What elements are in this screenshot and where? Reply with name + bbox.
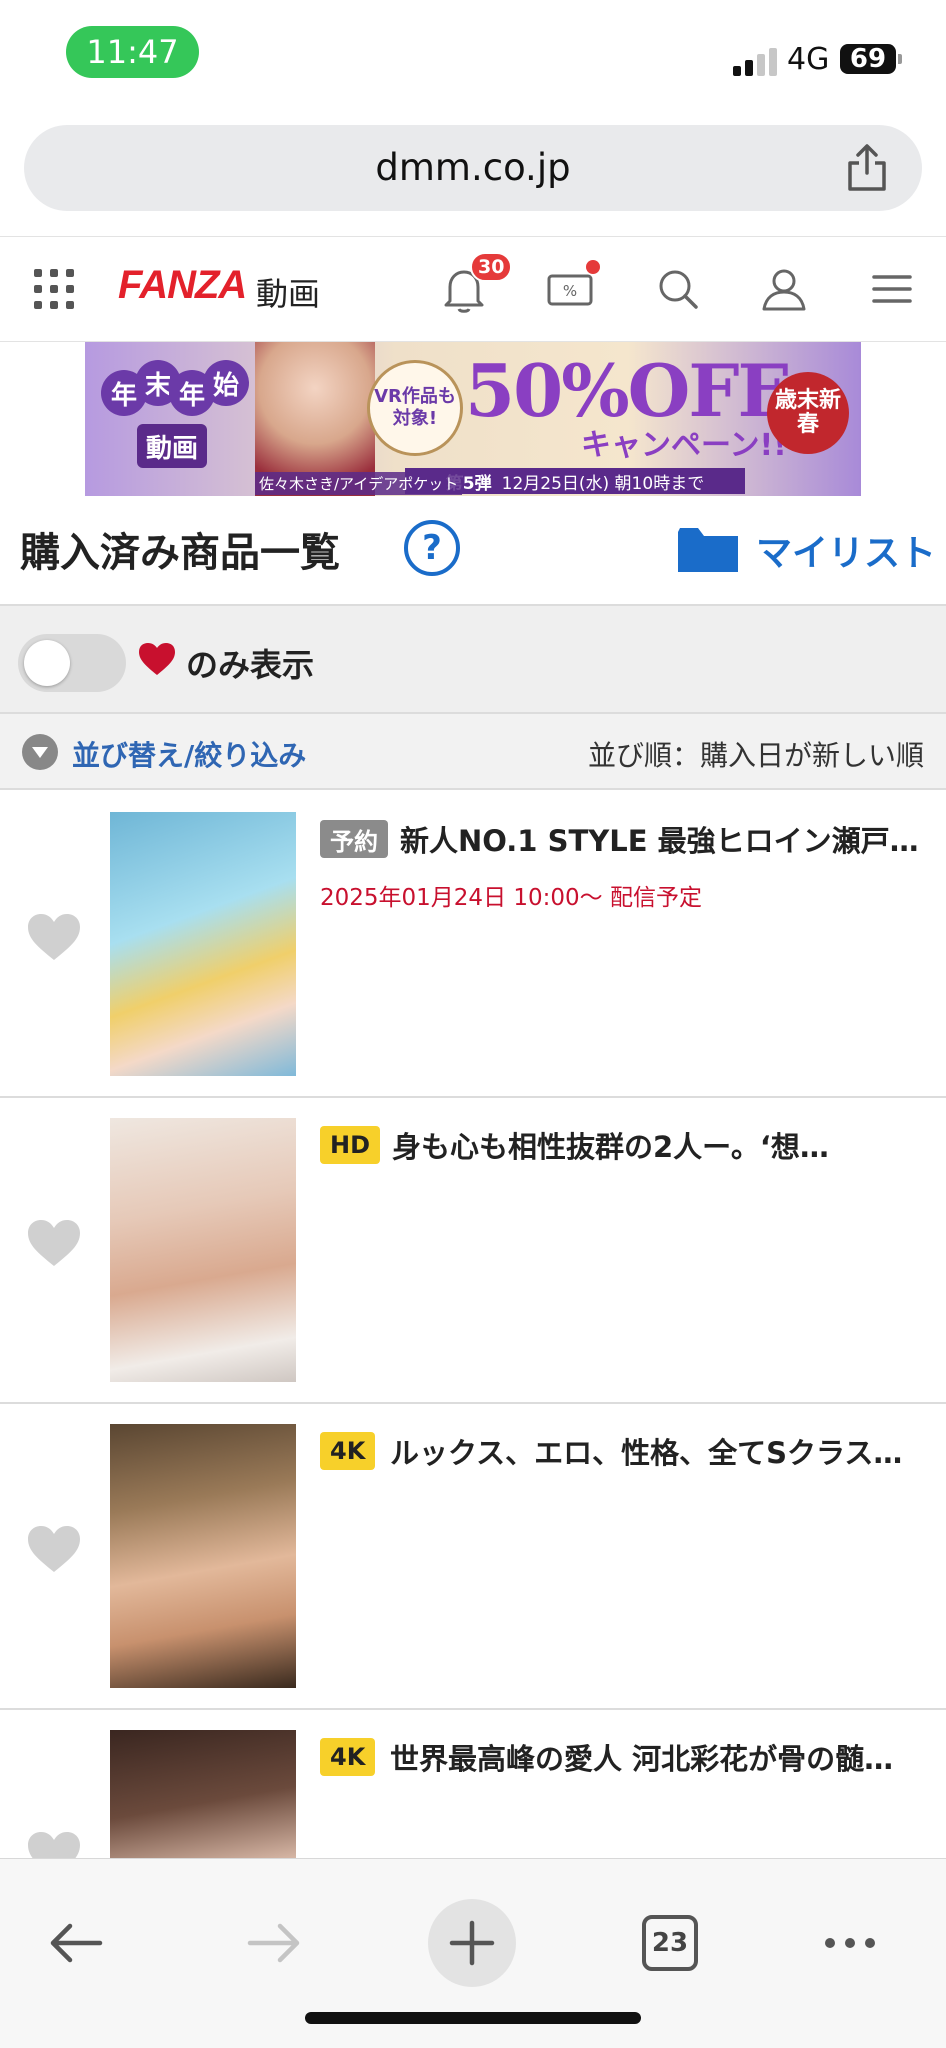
banner-seal: 歳末新春 bbox=[767, 372, 849, 454]
vr-badge: VR作品も対象! bbox=[367, 360, 463, 456]
back-arrow-icon[interactable] bbox=[46, 1913, 106, 1973]
hamburger-icon[interactable] bbox=[864, 261, 920, 317]
battery-icon: 69 bbox=[840, 44, 902, 74]
fanza-logo[interactable]: FANZA bbox=[118, 263, 247, 308]
share-icon[interactable] bbox=[844, 143, 890, 193]
product-thumbnail[interactable] bbox=[110, 1118, 296, 1382]
status-bar: 11:47 4G 69 bbox=[0, 0, 946, 110]
product-title[interactable]: 身も心も相性抜群の2人ー。‘想… bbox=[392, 1124, 912, 1166]
favorite-heart-icon[interactable] bbox=[26, 912, 82, 962]
favorites-only-toggle[interactable] bbox=[18, 634, 126, 692]
banner-label: 動画 bbox=[137, 424, 207, 468]
favorite-heart-icon[interactable] bbox=[26, 1218, 82, 1268]
product-thumbnail[interactable] bbox=[110, 812, 296, 1076]
sort-filter-link[interactable]: 並び替え/絞り込み bbox=[72, 734, 306, 774]
preorder-badge: 予約 bbox=[320, 820, 388, 858]
product-title[interactable]: 新人NO.1 STYLE 最強ヒロイン瀬戸… bbox=[400, 818, 920, 860]
favorites-only-label: のみ表示 bbox=[186, 646, 315, 684]
coupon-alert-dot bbox=[586, 260, 600, 274]
user-icon[interactable] bbox=[756, 261, 812, 317]
quality-badge: 4K bbox=[320, 1738, 376, 1776]
sort-toggle-icon[interactable] bbox=[22, 734, 58, 770]
banner-credit: 佐々木さき/アイデアポケット bbox=[255, 472, 463, 495]
sort-order-label: 並び順：購入日が新しい順 bbox=[587, 739, 924, 772]
signal-icon bbox=[733, 46, 777, 76]
heart-icon bbox=[139, 643, 175, 675]
tab-switcher-button[interactable]: 23 bbox=[642, 1915, 698, 1971]
offer-subheadline: キャンペーン!! bbox=[581, 428, 787, 463]
status-time: 11:47 bbox=[66, 26, 199, 78]
list-item[interactable]: HD 身も心も相性抜群の2人ー。‘想… bbox=[0, 1098, 946, 1404]
sort-row: 並び替え/絞り込み 並び順：購入日が新しい順 bbox=[0, 712, 946, 790]
favorites-filter-row: のみ表示 bbox=[0, 604, 946, 712]
quality-badge: HD bbox=[320, 1126, 381, 1164]
campaign-banner[interactable]: 年 末 年 始 動画 VR作品も対象! 50%OFF キャンペーン!! 第5弾 … bbox=[85, 342, 861, 496]
site-header: FANZA 動画 % bbox=[0, 236, 946, 342]
address-bar[interactable]: dmm.co.jp bbox=[24, 125, 922, 211]
product-title[interactable]: ルックス、エロ、性格、全てSクラス… bbox=[390, 1430, 910, 1472]
logo-subtitle[interactable]: 動画 bbox=[256, 269, 320, 315]
network-type: 4G bbox=[787, 42, 830, 77]
svg-text:%: % bbox=[563, 282, 577, 300]
search-icon[interactable] bbox=[650, 261, 706, 317]
url-text[interactable]: dmm.co.jp bbox=[24, 125, 922, 211]
favorite-heart-icon[interactable] bbox=[26, 1524, 82, 1574]
list-item[interactable]: 予約 新人NO.1 STYLE 最強ヒロイン瀬戸… 2025年01月24日 10… bbox=[0, 792, 946, 1098]
more-icon[interactable] bbox=[820, 1913, 880, 1973]
product-title[interactable]: 世界最高峰の愛人 河北彩花が骨の髄ま… bbox=[390, 1736, 910, 1778]
page-title: 購入済み商品一覧 bbox=[20, 530, 340, 576]
release-date: 2025年01月24日 10:00〜 配信予定 bbox=[320, 885, 702, 911]
banner-kanji-4: 始 bbox=[203, 360, 249, 406]
folder-icon[interactable] bbox=[678, 528, 738, 572]
home-indicator bbox=[305, 2012, 641, 2024]
help-icon[interactable]: ? bbox=[404, 520, 460, 576]
banner-kanji-group: 年 末 年 始 動画 bbox=[101, 360, 249, 480]
banner-deadline-text: 12月25日(水) 朝10時まで bbox=[501, 473, 705, 494]
list-item[interactable]: 4K ルックス、エロ、性格、全てSクラス… bbox=[0, 1404, 946, 1710]
plus-icon bbox=[449, 1920, 495, 1966]
quality-badge: 4K bbox=[320, 1432, 376, 1470]
notification-badge: 30 bbox=[470, 252, 513, 282]
new-tab-button[interactable] bbox=[428, 1899, 516, 1987]
product-thumbnail[interactable] bbox=[110, 1424, 296, 1688]
mylist-link[interactable]: マイリスト bbox=[756, 524, 936, 576]
forward-arrow-icon[interactable] bbox=[244, 1913, 304, 1973]
grid-menu-icon[interactable] bbox=[34, 269, 74, 309]
